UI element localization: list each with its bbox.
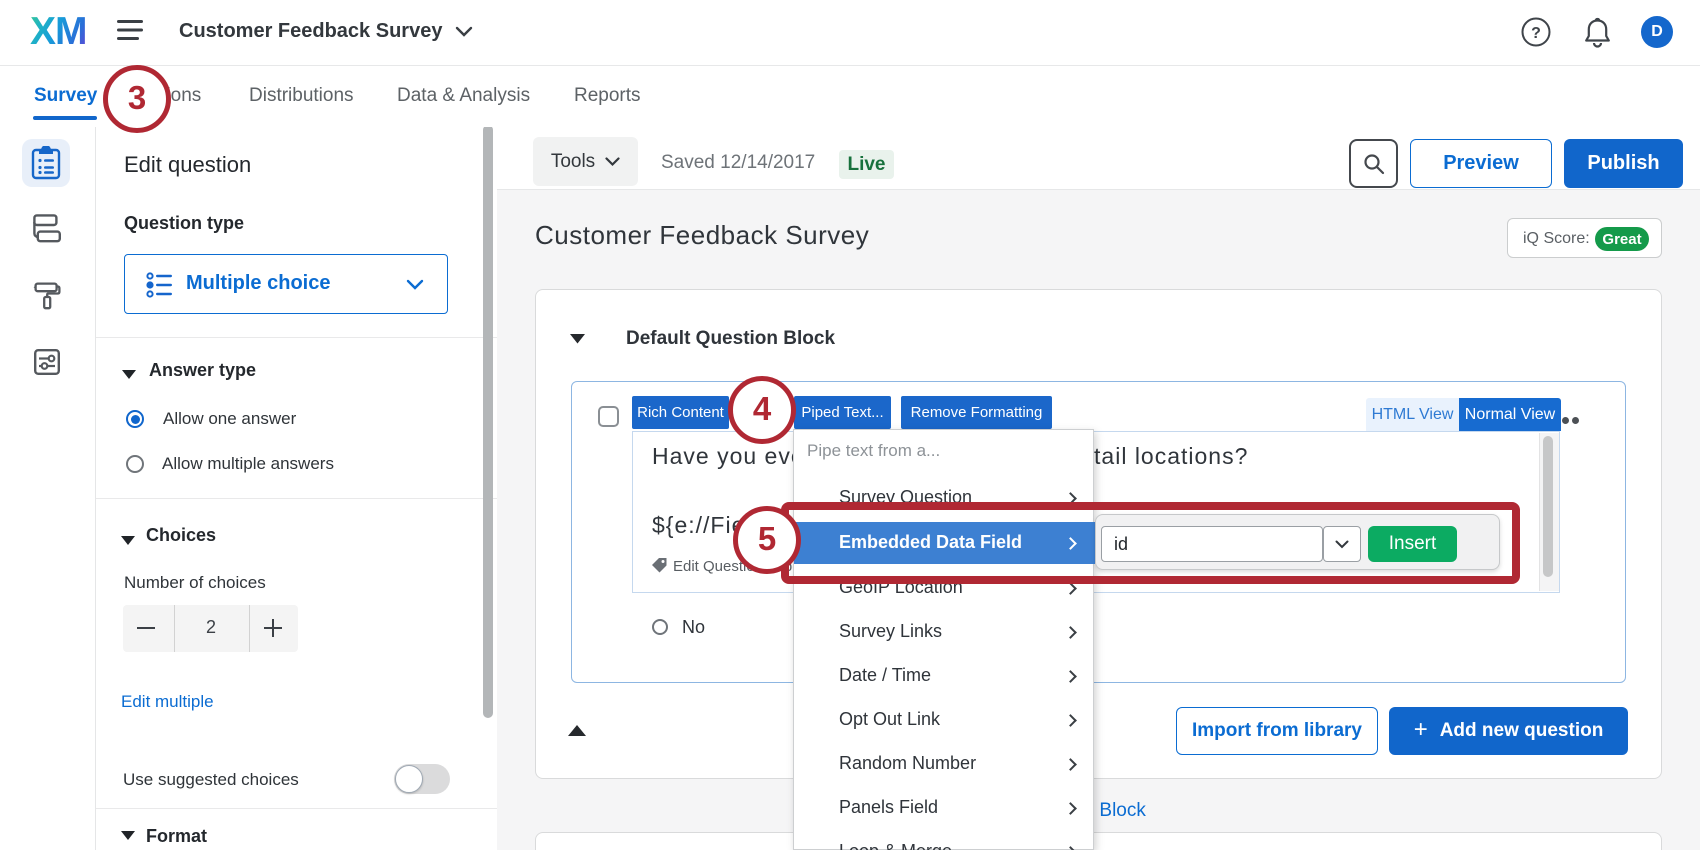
svg-text:?: ? xyxy=(1531,25,1541,42)
